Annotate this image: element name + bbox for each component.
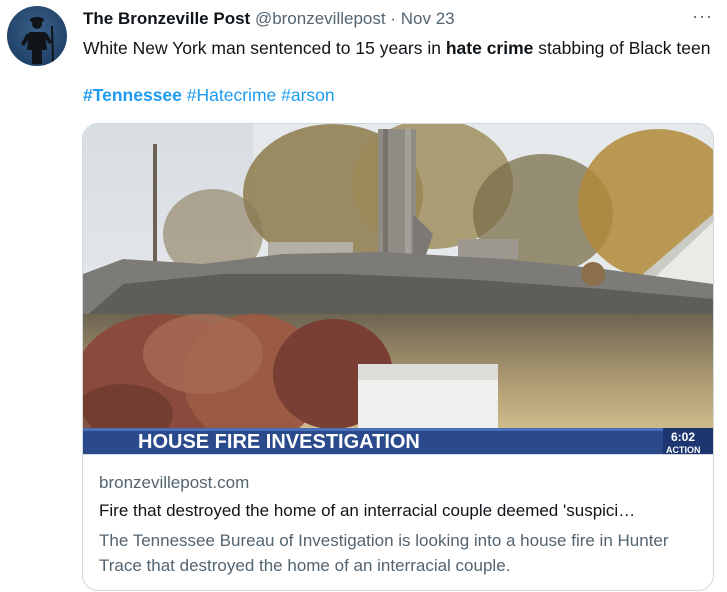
hashtag-link[interactable]: #Tennessee (83, 85, 182, 105)
hashtag-link[interactable]: #arson (281, 85, 335, 105)
tweet-header: The Bronzeville Post @bronzevillepost · … (83, 9, 455, 29)
hashtags: #Tennessee #Hatecrime #arson (83, 85, 335, 106)
separator-dot: · (390, 9, 396, 28)
tweet-text-part: stabbing of Black teen (533, 38, 711, 58)
author-name[interactable]: The Bronzeville Post (83, 9, 250, 28)
banner-title: HOUSE FIRE INVESTIGATION (138, 431, 420, 453)
author-handle[interactable]: @bronzevillepost (255, 9, 386, 28)
card-domain: bronzevillepost.com (99, 473, 250, 492)
link-preview-card[interactable]: HOUSE FIRE INVESTIGATION 6:02 ACTION bro… (82, 123, 714, 591)
tweet-text: White New York man sentenced to 15 years… (83, 36, 719, 60)
statue-silhouette-icon (21, 17, 54, 65)
tweet-text-part: White New York man sentenced to 15 years… (83, 38, 446, 58)
more-options-icon[interactable]: ··· (692, 6, 713, 27)
tweet-date[interactable]: Nov 23 (401, 9, 455, 28)
card-divider (83, 454, 713, 455)
banner-time: 6:02 (671, 430, 695, 444)
hashtag-link[interactable]: #Hatecrime (187, 85, 276, 105)
banner-action: ACTION (666, 445, 701, 454)
card-description: The Tennessee Bureau of Investigation is… (99, 531, 669, 575)
card-title: Fire that destroyed the home of an inter… (99, 501, 636, 520)
author-avatar[interactable] (7, 6, 67, 66)
tweet-text-bold: hate crime (445, 38, 534, 58)
news-video-still[interactable]: HOUSE FIRE INVESTIGATION 6:02 ACTION (83, 124, 713, 454)
